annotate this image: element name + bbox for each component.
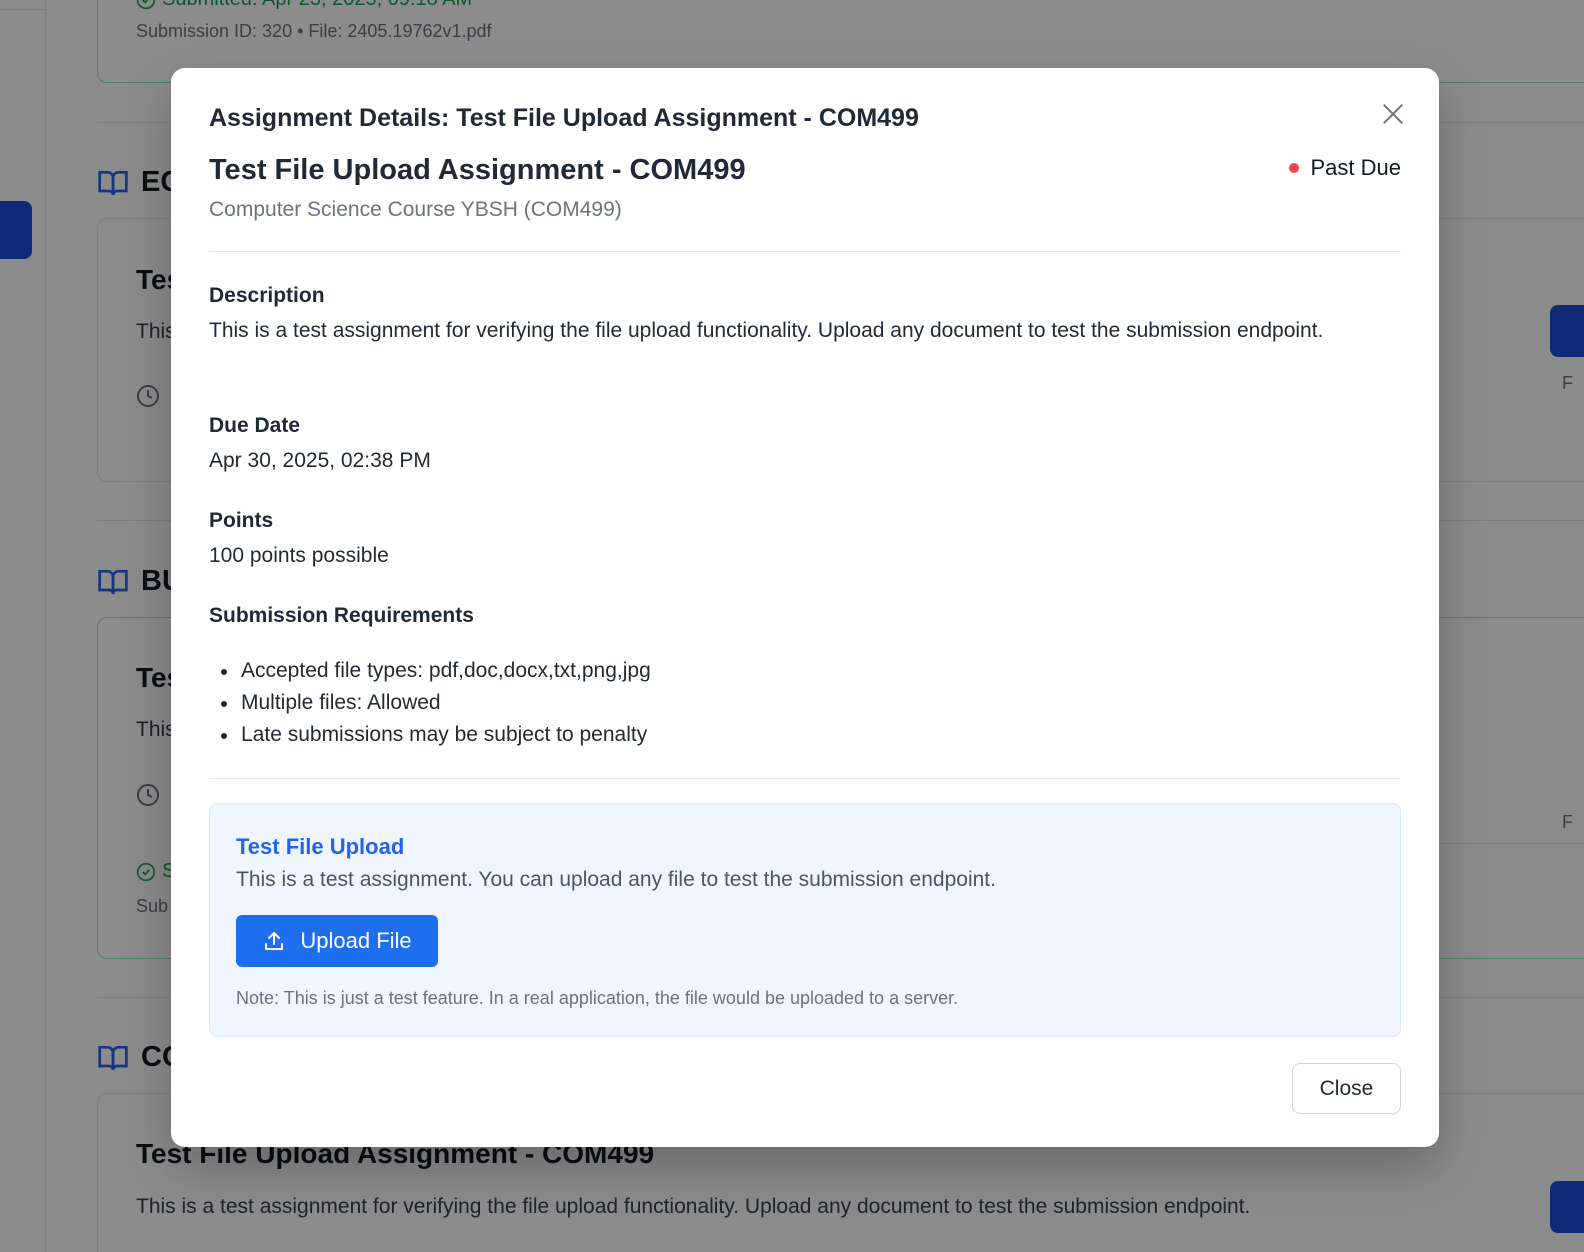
points-label: Points [209,509,274,532]
description-label: Description [209,284,325,307]
upload-button-label: Upload File [300,928,412,953]
status-badge: Past Due [1288,155,1402,181]
upload-panel-title: Test File Upload [236,834,405,859]
upload-panel-description: This is a test assignment. You can uploa… [236,868,996,891]
status-dot [1288,163,1299,173]
close-icon [1383,104,1403,124]
close-icon-button[interactable] [1377,98,1409,130]
description-text: This is a test assignment for verifying … [209,319,1324,342]
list-item: Multiple files: Allowed [209,687,651,719]
divider [209,778,1401,779]
modal-title: Assignment Details: Test File Upload Ass… [209,104,919,132]
requirements-label: Submission Requirements [209,604,474,627]
course-name: Computer Science Course YBSH (COM499) [209,198,622,221]
upload-icon [265,932,284,950]
upload-note: Note: This is just a test feature. In a … [236,988,959,1008]
requirements-list: Accepted file types: pdf,doc,docx,txt,pn… [209,655,651,751]
list-item: Late submissions may be subject to penal… [209,719,651,751]
points-value: 100 points possible [209,544,389,567]
status-text: Past Due [1310,155,1402,180]
test-upload-panel: Test File Upload This is a test assignme… [209,803,1401,1037]
divider [209,251,1401,252]
list-item: Accepted file types: pdf,doc,docx,txt,pn… [209,655,651,687]
assignment-title: Test File Upload Assignment - COM499 [209,154,746,186]
due-date-label: Due Date [209,414,301,437]
upload-file-button[interactable]: Upload File [236,915,438,967]
close-button[interactable]: Close [1292,1063,1401,1114]
due-date-value: Apr 30, 2025, 02:38 PM [209,449,431,472]
assignment-details-modal: Assignment Details: Test File Upload Ass… [171,68,1439,1147]
